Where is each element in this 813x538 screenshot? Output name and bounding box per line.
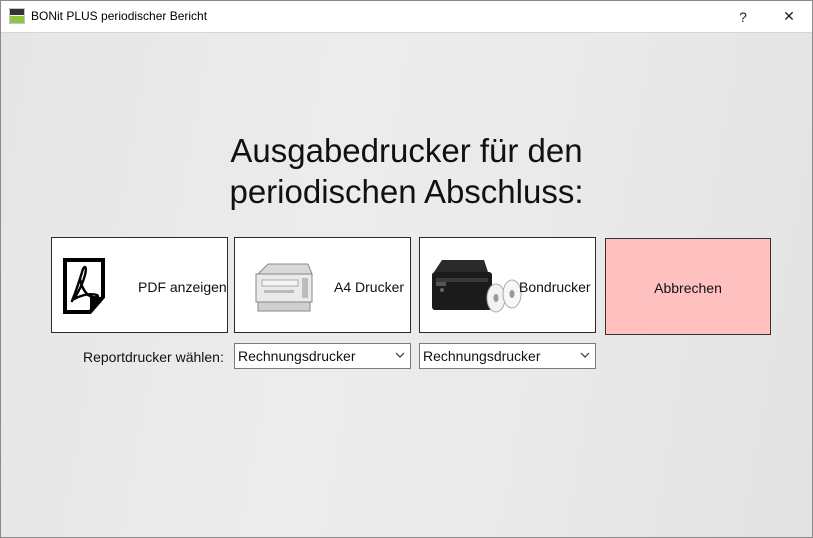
dialog-content: Ausgabedrucker für den periodischen Absc… <box>1 33 812 537</box>
a4-printer-button[interactable]: A4 Drucker <box>234 237 411 333</box>
chevron-down-icon <box>580 352 590 358</box>
title-line-1: Ausgabedrucker für den <box>230 132 583 169</box>
page-title: Ausgabedrucker für den periodischen Absc… <box>1 130 812 212</box>
bon-report-printer-select[interactable]: Rechnungsdrucker <box>419 343 596 369</box>
report-printer-label: Reportdrucker wählen: <box>83 349 224 365</box>
dialog-window: BONit PLUS periodischer Bericht ? ✕ Ausg… <box>0 0 813 538</box>
bon-button-label: Bondrucker <box>519 279 591 295</box>
a4-button-label: A4 Drucker <box>334 279 405 295</box>
laser-printer-image <box>255 263 313 312</box>
title-line-2: periodischen Abschluss: <box>229 173 584 210</box>
a4-select-value: Rechnungsdrucker <box>238 348 356 364</box>
chevron-down-icon <box>395 352 405 358</box>
pdf-view-button[interactable]: PDF anzeigen <box>51 237 228 333</box>
bon-select-value: Rechnungsdrucker <box>423 348 541 364</box>
a4-report-printer-select[interactable]: Rechnungsdrucker <box>234 343 411 369</box>
close-button[interactable]: ✕ <box>766 1 812 32</box>
cancel-button-label: Abbrechen <box>654 280 722 296</box>
pdf-button-label: PDF anzeigen <box>138 279 227 295</box>
receipt-printer-button[interactable]: Bondrucker <box>419 237 596 333</box>
title-bar: BONit PLUS periodischer Bericht ? ✕ <box>1 1 812 33</box>
window-title: BONit PLUS periodischer Bericht <box>31 9 208 23</box>
app-logo-icon <box>9 8 25 24</box>
help-button[interactable]: ? <box>720 1 766 32</box>
cancel-button[interactable]: Abbrechen <box>605 238 771 335</box>
pdf-document-icon <box>63 258 105 314</box>
receipt-printer-image <box>432 260 522 313</box>
